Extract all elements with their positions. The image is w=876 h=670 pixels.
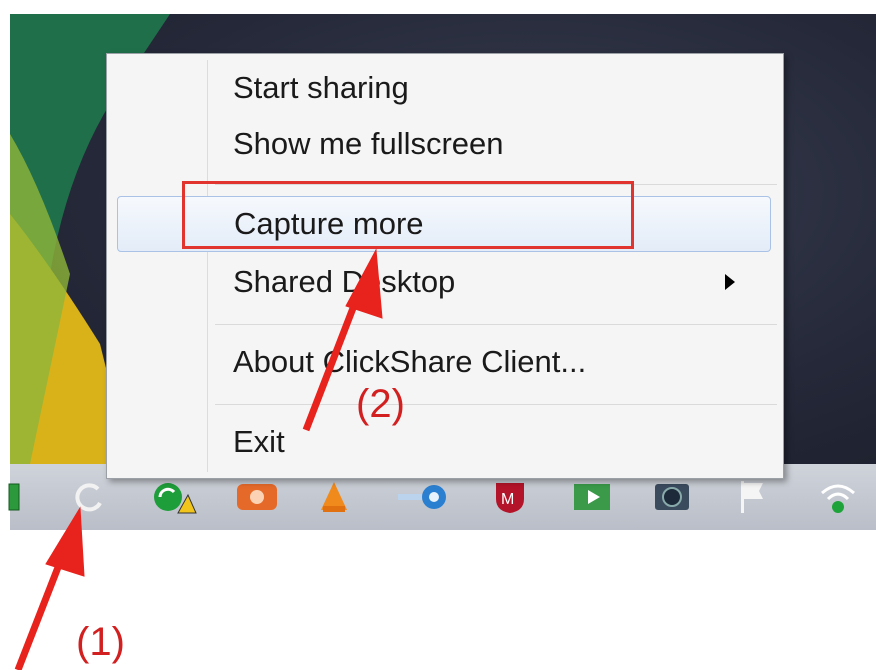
arrow-1-head (45, 506, 85, 577)
arrow-2-head (345, 248, 383, 319)
arrow-1-shaft (14, 550, 68, 670)
callout-1-label: (1) (76, 620, 125, 664)
callout-2-label: (2) (356, 382, 405, 426)
arrow-2-shaft (302, 288, 364, 432)
annotation-arrows (14, 248, 383, 670)
